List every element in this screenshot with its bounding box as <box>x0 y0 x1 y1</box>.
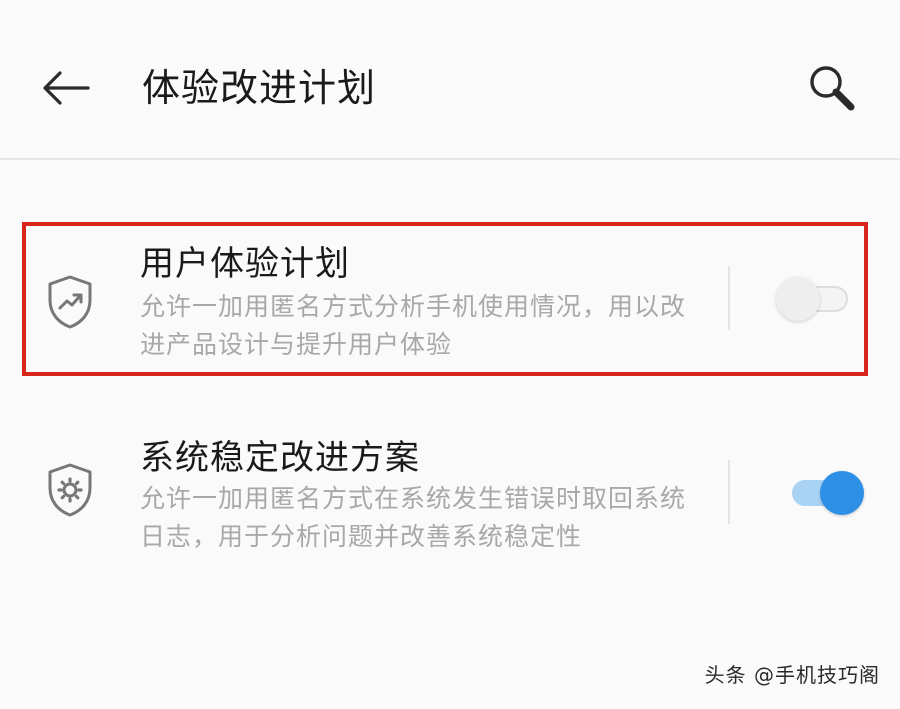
system-stability-plan-toggle[interactable] <box>776 468 866 518</box>
divider <box>728 460 730 524</box>
toggle-thumb <box>820 471 864 515</box>
search-button[interactable] <box>800 58 864 118</box>
shield-gear-icon <box>40 460 100 520</box>
arrow-left-icon <box>43 71 90 105</box>
search-icon <box>810 66 855 111</box>
setting-row-user-experience-plan[interactable]: 用户体验计划 允许一加用匿名方式分析手机使用情况，用以改进产品设计与提升用户体验 <box>0 228 900 374</box>
setting-description: 允许一加用匿名方式分析手机使用情况，用以改进产品设计与提升用户体验 <box>140 292 687 359</box>
watermark: 头条 @手机技巧阁 <box>704 663 880 687</box>
back-button[interactable] <box>36 60 96 116</box>
setting-row-system-stability-plan[interactable]: 系统稳定改进方案 允许一加用匿名方式在系统发生错误时取回系统日志，用于分析问题并… <box>0 424 900 570</box>
setting-title: 用户体验计划 <box>140 244 350 284</box>
page-title: 体验改进计划 <box>142 66 377 110</box>
top-app-bar: 体验改进计划 <box>0 0 900 160</box>
setting-title: 系统稳定改进方案 <box>140 438 420 478</box>
divider <box>728 266 730 330</box>
setting-description: 允许一加用匿名方式在系统发生错误时取回系统日志，用于分析问题并改善系统稳定性 <box>140 484 687 551</box>
toggle-thumb <box>776 277 820 321</box>
shield-trend-icon <box>40 272 100 332</box>
user-experience-plan-toggle[interactable] <box>776 274 866 324</box>
